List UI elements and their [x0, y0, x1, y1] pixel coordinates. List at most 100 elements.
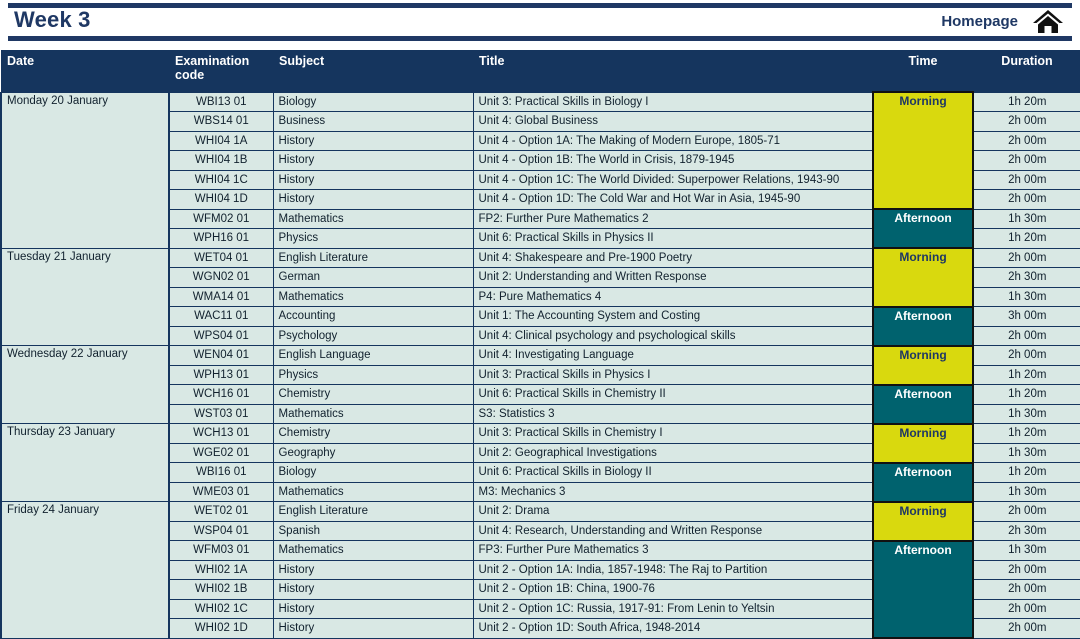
- exam-code: WHI02 1A: [168, 559, 274, 580]
- exam-session-time: Morning: [872, 500, 974, 542]
- exam-title: M3: Mechanics 3: [472, 481, 874, 502]
- table-row: Thursday 23 January WCH13 01 Chemistry Unit…: [0, 422, 1080, 502]
- exam-code: WBS14 01: [168, 111, 274, 132]
- exam-code: WBI13 01: [168, 91, 274, 112]
- exam-code: WGN02 01: [168, 267, 274, 288]
- exam-session-time: Afternoon: [872, 208, 974, 249]
- exam-duration: 1h 30m: [972, 286, 1080, 307]
- exam-code: WHI04 1B: [168, 150, 274, 171]
- exam-subject: English Language: [272, 345, 474, 366]
- exam-title: Unit 2: Understanding and Written Respon…: [472, 267, 874, 288]
- page-title: Week 3: [14, 7, 91, 32]
- exam-code: WME03 01: [168, 481, 274, 502]
- exam-schedule-table: Date Examination code Subject Title Time…: [0, 50, 1080, 639]
- exam-duration: 2h 00m: [972, 130, 1080, 151]
- exam-subject: History: [272, 598, 474, 619]
- exam-duration: 1h 30m: [972, 442, 1080, 463]
- table-row: Tuesday 21 January WET04 01 English Litera…: [0, 247, 1080, 346]
- exam-subject: English Literature: [272, 247, 474, 268]
- exam-title: S3: Statistics 3: [472, 403, 874, 424]
- exam-duration: 2h 00m: [972, 598, 1080, 619]
- exam-title: FP2: Further Pure Mathematics 2: [472, 208, 874, 229]
- exam-subject: History: [272, 130, 474, 151]
- home-icon[interactable]: [1032, 9, 1064, 34]
- exam-code: WFM03 01: [168, 540, 274, 561]
- exam-code: WSP04 01: [168, 520, 274, 541]
- exam-duration: 1h 30m: [972, 540, 1080, 561]
- exam-duration: 2h 00m: [972, 150, 1080, 171]
- exam-title: Unit 3: Practical Skills in Biology I: [472, 91, 874, 112]
- exam-date: Wednesday 22 January: [0, 345, 170, 424]
- exam-session-time: Afternoon: [872, 461, 974, 503]
- exam-title: Unit 4 - Option 1C: The World Divided: S…: [472, 169, 874, 190]
- exam-code: WHI02 1D: [168, 618, 274, 639]
- exam-duration: 1h 20m: [972, 384, 1080, 405]
- exam-title: Unit 6: Practical Skills in Chemistry II: [472, 384, 874, 405]
- exam-code: WHI04 1A: [168, 130, 274, 151]
- exam-title: FP3: Further Pure Mathematics 3: [472, 540, 874, 561]
- exam-subject: History: [272, 169, 474, 190]
- column-header-date: Date: [1, 50, 169, 92]
- exam-duration: 2h 00m: [972, 579, 1080, 600]
- exam-duration: 1h 20m: [972, 364, 1080, 385]
- exam-subject: Chemistry: [272, 423, 474, 444]
- exam-title: Unit 4: Global Business: [472, 111, 874, 132]
- column-header-code: Examination code: [169, 50, 273, 92]
- exam-subject: Psychology: [272, 325, 474, 346]
- exam-subject: Business: [272, 111, 474, 132]
- table-row: Monday 20 January WBI13 01 Biology Unit 3: …: [0, 91, 1080, 249]
- exam-subject: Spanish: [272, 520, 474, 541]
- exam-subject: History: [272, 559, 474, 580]
- table-row: Wednesday 22 January WEN04 01 English Lang…: [0, 344, 1080, 424]
- exam-subject: Mathematics: [272, 208, 474, 229]
- exam-title: Unit 2 - Option 1C: Russia, 1917-91: Fro…: [472, 598, 874, 619]
- exam-title: Unit 4 - Option 1A: The Making of Modern…: [472, 130, 874, 151]
- exam-title: Unit 1: The Accounting System and Costin…: [472, 306, 874, 327]
- exam-title: Unit 2 - Option 1A: India, 1857-1948: Th…: [472, 559, 874, 580]
- exam-duration: 1h 30m: [972, 208, 1080, 229]
- table-header-row: Date Examination code Subject Title Time…: [1, 50, 1080, 92]
- exam-duration: 2h 30m: [972, 267, 1080, 288]
- exam-title: Unit 6: Practical Skills in Physics II: [472, 228, 874, 249]
- exam-subject: English Literature: [272, 501, 474, 522]
- exam-subject: Mathematics: [272, 540, 474, 561]
- exam-title: Unit 4 - Option 1D: The Cold War and Hot…: [472, 189, 874, 210]
- exam-title: Unit 4: Research, Understanding and Writ…: [472, 520, 874, 541]
- exam-code: WEN04 01: [168, 345, 274, 366]
- exam-subject: Biology: [272, 91, 474, 112]
- exam-date: Monday 20 January: [0, 91, 170, 249]
- exam-session-time: Morning: [872, 422, 974, 464]
- exam-subject: History: [272, 579, 474, 600]
- exam-date: Friday 24 January: [0, 501, 170, 639]
- exam-duration: 1h 30m: [972, 403, 1080, 424]
- exam-code: WPH13 01: [168, 364, 274, 385]
- exam-subject: History: [272, 618, 474, 639]
- exam-code: WET04 01: [168, 247, 274, 268]
- exam-duration: 2h 00m: [972, 559, 1080, 580]
- exam-subject: Mathematics: [272, 403, 474, 424]
- exam-title: Unit 2: Geographical Investigations: [472, 442, 874, 463]
- column-header-subject: Subject: [273, 50, 473, 92]
- header-rule-bottom: [8, 36, 1072, 41]
- column-header-time: Time: [873, 50, 973, 92]
- homepage-link[interactable]: Homepage: [941, 12, 1018, 31]
- exam-session-time: Afternoon: [872, 539, 974, 639]
- exam-code: WST03 01: [168, 403, 274, 424]
- exam-subject: Biology: [272, 462, 474, 483]
- exam-title: P4: Pure Mathematics 4: [472, 286, 874, 307]
- exam-subject: Physics: [272, 228, 474, 249]
- exam-title: Unit 6: Practical Skills in Biology II: [472, 462, 874, 483]
- exam-code: WHI04 1D: [168, 189, 274, 210]
- exam-duration: 1h 20m: [972, 228, 1080, 249]
- exam-title: Unit 4: Clinical psychology and psycholo…: [472, 325, 874, 346]
- exam-title: Unit 2: Drama: [472, 501, 874, 522]
- exam-title: Unit 4 - Option 1B: The World in Crisis,…: [472, 150, 874, 171]
- column-header-title: Title: [473, 50, 873, 92]
- exam-session-time: Morning: [872, 344, 974, 386]
- exam-duration: 2h 00m: [972, 169, 1080, 190]
- exam-duration: 1h 30m: [972, 481, 1080, 502]
- exam-duration: 2h 00m: [972, 111, 1080, 132]
- exam-title: Unit 4: Shakespeare and Pre-1900 Poetry: [472, 247, 874, 268]
- exam-code: WCH13 01: [168, 423, 274, 444]
- exam-session-time: Morning: [872, 91, 974, 210]
